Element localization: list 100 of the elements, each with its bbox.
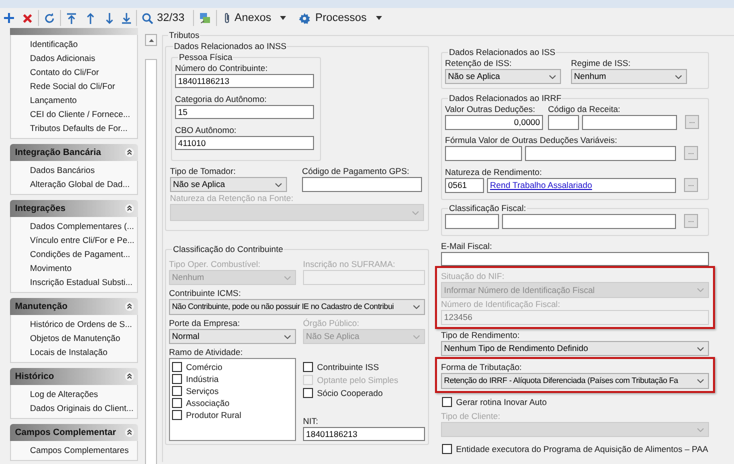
checkbox[interactable] [172,362,182,372]
sidebar-item[interactable]: Condições de Pagament... [11,247,137,261]
text-field[interactable]: Rend Trabalho Assalariado [487,178,676,193]
record-counter: 32/33 [157,12,185,24]
sidebar-item[interactable]: Contato do Cli/For [11,65,137,79]
text-field[interactable] [445,214,499,229]
chevron-down-icon [284,276,291,280]
delete-icon[interactable] [23,14,32,22]
arrow-down-icon[interactable] [105,12,114,24]
sidebar-item[interactable]: Movimento [11,261,137,275]
chevron-down-icon [549,74,556,78]
text-field[interactable] [502,214,676,229]
checkbox[interactable] [442,444,452,454]
sidebar-item[interactable]: Inscrição Estadual Substi... [11,275,137,289]
text-field[interactable]: 0,0000 [445,115,543,130]
dropdown[interactable]: Nenhum Tipo de Rendimento Definido [441,341,709,356]
checkbox-label: Serviços [186,386,219,396]
sidebar-item[interactable]: Dados Complementares (... [11,219,137,233]
sidebar-item[interactable]: Histórico de Ordens de S... [11,317,137,331]
sidebar-item[interactable]: Dados Originais do Client... [11,401,137,415]
text-field[interactable]: 18401186213 [303,427,425,441]
checkbox-label: Optante pelo Simples [317,374,398,386]
section-header[interactable]: Histórico [10,368,138,385]
field-label: Tipo de Rendimento: [441,330,521,341]
last-record-icon[interactable] [122,12,131,24]
section-header[interactable]: Manutenção [10,298,138,315]
checkbox[interactable] [172,386,182,396]
dropdown[interactable]: Normal [169,329,296,344]
chevron-down-icon [275,182,282,186]
sidebar-item[interactable]: CEI do Cliente / Fornece... [11,107,137,121]
chevron-down-icon [413,334,420,338]
text-field[interactable]: 15 [175,105,314,119]
text-field[interactable]: 411010 [175,136,314,150]
link[interactable]: Rend Trabalho Assalariado [490,180,592,190]
refresh-icon[interactable] [44,12,55,24]
text-field[interactable] [582,115,677,130]
field-label: Natureza da Retenção na Fonte: [170,193,294,204]
sidebar-item[interactable]: Dados Adicionais [11,51,137,65]
chevron-down-icon [675,74,682,78]
sidebar-item[interactable]: Lançamento [11,93,137,107]
sidebar-item[interactable]: Tributos Defaults de For... [11,121,137,135]
text-field[interactable] [525,146,676,161]
dropdown[interactable]: Não se Aplica [170,177,287,192]
field-label: Forma de Tributação: [441,362,523,373]
dropdown[interactable]: Não se Aplica [445,69,561,84]
caret-icon [376,16,382,20]
text-field[interactable]: 18401186213 [175,74,314,88]
dropdown[interactable]: Não Contribuinte, pode ou não possuir IE no Cadastro de Contribui [169,299,425,315]
group-title: Pessoa Física [178,52,234,63]
checkbox-label: Produtor Rural [186,410,242,420]
group-title: Tributos [168,30,200,41]
menu-button[interactable]: Anexos [218,9,292,27]
sidebar-item[interactable]: Locais de Instalação [11,345,137,359]
checkbox-label: Contribuinte ISS [317,362,379,372]
checkbox[interactable] [172,410,182,420]
scroll-up-button[interactable] [145,34,157,46]
checkbox[interactable] [442,397,452,407]
sidebar-item[interactable]: Vínculo entre Cli/For e Pe... [11,233,137,247]
sidebar-item[interactable]: Identificação [11,37,137,51]
field-label: Número do Contribuinte: [175,63,269,74]
field-label: Categoria do Autônomo: [175,94,268,105]
chevron-down-icon [697,379,704,383]
field-label: Natureza de Rendimento: [445,167,543,178]
checkbox-label: Sócio Cooperado [317,388,383,398]
checkbox[interactable] [172,374,182,384]
checkbox[interactable] [303,388,313,398]
field-label: Fórmula Valor de Outras Deduções Variáveis: [445,135,618,146]
search-icon[interactable] [142,12,153,24]
sidebar-item[interactable]: Rede Social do Cli/For [11,79,137,93]
arrow-up-icon[interactable] [86,12,95,24]
field-label: Número de Identificação Fiscal: [441,299,562,310]
group-title: Dados Relacionados ao INSS [173,41,288,52]
dropdown[interactable]: Retenção do IRRF - Alíquota Diferenciada (Países com Tributação Fa [441,373,709,389]
sidebar-item[interactable]: Log de Alterações [11,387,137,401]
text-field[interactable] [548,115,579,130]
section-header[interactable]: Campos Complementar [10,424,138,441]
gear-icon [299,12,310,24]
sidebar-item[interactable]: Campos Complementares [11,443,137,457]
checkbox[interactable] [303,362,313,372]
transfer-icon[interactable] [198,12,211,24]
text-field[interactable] [441,252,709,266]
sidebar-item[interactable]: Objetos de Manutenção [11,331,137,345]
sidebar-item[interactable]: Dados Bancários [11,163,137,177]
section-header[interactable]: Integrações [10,200,138,217]
checkbox[interactable] [172,398,182,408]
dropdown[interactable]: Nenhum [571,69,687,84]
checkbox-label: Indústria [186,374,219,384]
section-header[interactable]: Integração Bancária [10,144,138,161]
text-field[interactable] [302,177,422,192]
scroll-track[interactable] [145,59,157,464]
chevron-down-icon [697,288,704,292]
chevron-down-icon [413,305,420,309]
sidebar-item[interactable]: Alteração Global de Dad... [11,177,137,191]
chevron-down-icon [284,334,291,338]
menu-button[interactable]: Processos [294,9,387,27]
first-record-icon[interactable] [67,12,76,24]
text-field[interactable]: 0561 [445,178,484,193]
field-label: CBO Autônomo: [175,125,238,136]
text-field[interactable] [445,146,522,161]
add-icon[interactable] [4,13,14,23]
